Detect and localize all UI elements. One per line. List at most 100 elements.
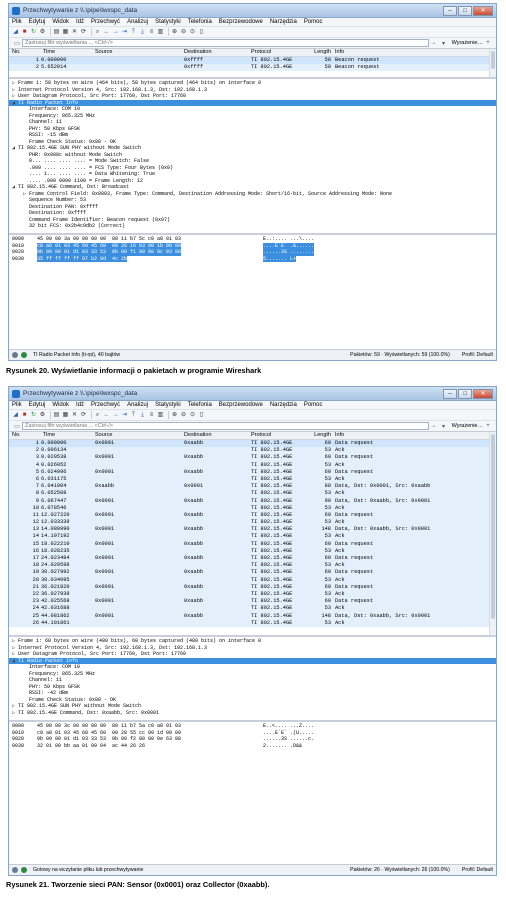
packet-row[interactable]: 4 0.026052 TI 802.15.4GE 53 Ack <box>9 461 496 469</box>
menu-analyze[interactable]: Analizuj <box>127 19 148 25</box>
expert-info-icon[interactable] <box>12 352 18 358</box>
apply-filter-icon[interactable]: → <box>429 40 439 46</box>
menu-file[interactable]: Plik <box>12 19 22 25</box>
display-filter-input[interactable]: Zastosuj filtr wyświetlania ... <Ctrl-/> <box>22 39 429 47</box>
resize-columns-icon[interactable]: ▯ <box>198 412 205 419</box>
expert-info-icon[interactable] <box>12 867 18 873</box>
colorize-icon[interactable]: ▥ <box>157 29 164 36</box>
packet-row[interactable]: 1 0.000000 0x0001 0xaabb TI 802.15.4GE 60 Data… <box>9 440 496 448</box>
packet-row[interactable]: 6 6.031175 TI 802.15.4GE 53 Ack <box>9 475 496 484</box>
last-icon[interactable]: ⤓ <box>139 29 146 36</box>
first-icon[interactable]: ⤒ <box>130 29 137 36</box>
packet-row[interactable]: 19 30.027992 0x0001 0xaabb TI 802.15.4GE 60 Da… <box>9 569 496 577</box>
menu-edit[interactable]: Edytuj <box>29 402 46 408</box>
column-header-length[interactable]: Length <box>313 49 331 55</box>
packet-row[interactable]: 7 6.041904 0xaabb 0x0001 TI 802.15.4GE 88 Data… <box>9 483 496 491</box>
options-icon[interactable]: ⚙ <box>39 29 46 36</box>
packet-row[interactable]: 18 24.029598 TI 802.15.4GE 53 Ack <box>9 562 496 570</box>
column-header-source[interactable]: Source <box>95 432 165 438</box>
menu-tools[interactable]: Narzędzia <box>270 19 297 25</box>
packet-row[interactable]: 10 6.078546 TI 802.15.4GE 53 Ack <box>9 504 496 512</box>
column-header-length[interactable]: Length <box>313 432 331 438</box>
zoom-in-icon[interactable]: ⊕ <box>171 29 178 36</box>
menu-wireless[interactable]: Bezprzewodowe <box>219 402 263 408</box>
stop-icon[interactable]: ■ <box>21 412 28 419</box>
open-icon[interactable]: ▤ <box>53 412 60 419</box>
packet-row[interactable]: 11 12.027220 0x0001 0xaabb TI 802.15.4GE 60 Da… <box>9 511 496 520</box>
menu-statistics[interactable]: Statystyki <box>155 402 181 408</box>
profile-label[interactable]: Profil: Default <box>462 352 493 358</box>
close-file-icon[interactable]: ✕ <box>71 29 78 36</box>
packet-row[interactable]: 13 14.080990 0x0001 0xaabb TI 802.15.4GE 148 D… <box>9 526 496 534</box>
minimize-button[interactable]: – <box>443 5 457 16</box>
save-icon[interactable]: ▦ <box>62 29 69 36</box>
forward-icon[interactable]: → <box>112 412 119 419</box>
packet-row[interactable]: 12 12.033339 TI 802.15.4GE 53 Ack <box>9 519 496 527</box>
bookmark-icon[interactable]: ▭ <box>12 423 22 430</box>
last-icon[interactable]: ⤓ <box>139 412 146 419</box>
menu-capture[interactable]: Przechwyć <box>91 19 120 25</box>
expression-button[interactable]: Wyrażenie… <box>452 423 483 429</box>
packet-row[interactable]: 2 0.006134 TI 802.15.4GE 53 Ack <box>9 447 496 455</box>
menu-capture[interactable]: Przechwyć <box>91 402 120 408</box>
packet-row[interactable]: 26 44.101861 TI 802.15.4GE 53 Ack <box>9 619 496 627</box>
column-header-time[interactable]: Time <box>43 432 93 438</box>
zoom-reset-icon[interactable]: ⊙ <box>189 29 196 36</box>
apply-filter-icon[interactable]: → <box>429 423 439 429</box>
packet-row[interactable]: 20 30.034095 TI 802.15.4GE 53 Ack <box>9 576 496 584</box>
hex-row[interactable]: 0030 35 ff ff ff ff 07 b2 9d 4c 2b 5......… <box>9 255 496 262</box>
column-header-protocol[interactable]: Protocol <box>251 49 311 55</box>
zoom-out-icon[interactable]: ⊖ <box>180 412 187 419</box>
resize-columns-icon[interactable]: ▯ <box>198 29 205 36</box>
packet-row[interactable]: 9 6.067447 0x0001 0xaabb TI 802.15.4GE 90 Data… <box>9 497 496 505</box>
packet-row[interactable]: 3 0.020538 0x0001 0xaabb TI 802.15.4GE 60 Data… <box>9 454 496 462</box>
packet-row[interactable]: 1 0.000000 0xffff TI 802.15.4GE 58 Beacon req… <box>9 57 496 65</box>
packet-row[interactable]: 15 18.022210 0x0001 0xaabb TI 802.15.4GE 60 Da… <box>9 540 496 548</box>
packet-row[interactable]: 21 36.021820 0x0001 0xaabb TI 802.15.4GE 60 Da… <box>9 583 496 591</box>
packet-row[interactable]: 14 14.107192 TI 802.15.4GE 53 Ack <box>9 533 496 541</box>
zoom-out-icon[interactable]: ⊖ <box>180 29 187 36</box>
menu-go[interactable]: Idź <box>76 402 84 408</box>
find-icon[interactable]: ⌕ <box>94 29 101 36</box>
column-header-protocol[interactable]: Protocol <box>251 432 311 438</box>
menu-go[interactable]: Idź <box>76 19 84 25</box>
packet-row[interactable]: 2 5.652014 0xffff TI 802.15.4GE 58 Beacon req… <box>9 64 496 72</box>
column-header-info[interactable]: Info <box>335 49 485 55</box>
dropdown-icon[interactable]: ▾ <box>439 423 449 430</box>
detail-row[interactable]: 32 bit FCS: 0x2b4c9db2 (Correct) <box>9 223 496 230</box>
reload-icon[interactable]: ⟳ <box>80 412 87 419</box>
packet-row[interactable]: 23 42.025568 0x0001 0xaabb TI 802.15.4GE 60 Da… <box>9 598 496 606</box>
zoom-in-icon[interactable]: ⊕ <box>171 412 178 419</box>
packet-row[interactable]: 22 36.027939 TI 802.15.4GE 53 Ack <box>9 590 496 599</box>
close-button[interactable]: ✕ <box>473 388 493 399</box>
reload-icon[interactable]: ⟳ <box>80 29 87 36</box>
hex-row[interactable]: 0030 32 01 00 bb aa 01 00 04 ac 44 26 26 2… <box>9 743 496 750</box>
back-icon[interactable]: ← <box>103 412 110 419</box>
first-icon[interactable]: ⤒ <box>130 412 137 419</box>
packet-row[interactable]: 16 18.028235 TI 802.15.4GE 53 Ack <box>9 547 496 555</box>
add-filter-icon[interactable]: + <box>483 423 493 429</box>
column-header-destination[interactable]: Destination <box>184 432 254 438</box>
column-header-no[interactable]: No. <box>12 432 40 438</box>
packet-row[interactable]: 24 42.031688 TI 802.15.4GE 53 Ack <box>9 605 496 613</box>
go-to-icon[interactable]: ⇥ <box>121 412 128 419</box>
column-header-destination[interactable]: Destination <box>184 49 254 55</box>
open-icon[interactable]: ▤ <box>53 29 60 36</box>
packet-list-scrollbar[interactable] <box>489 432 496 635</box>
minimize-button[interactable]: – <box>443 388 457 399</box>
add-filter-icon[interactable]: + <box>483 40 493 46</box>
zoom-reset-icon[interactable]: ⊙ <box>189 412 196 419</box>
go-to-icon[interactable]: ⇥ <box>121 29 128 36</box>
packet-row[interactable]: 8 6.052508 TI 802.15.4GE 53 Ack <box>9 490 496 498</box>
autoscroll-icon[interactable]: ≡ <box>148 412 155 419</box>
detail-row[interactable]: ▷ TI 802.15.4GE Command, Dst: 0xaabb, Src… <box>9 710 496 717</box>
profile-label[interactable]: Profil: Default <box>462 867 493 873</box>
menu-view[interactable]: Widok <box>52 19 69 25</box>
packet-row[interactable]: 17 24.023484 0x0001 0xaabb TI 802.15.4GE 60 Da… <box>9 555 496 563</box>
close-button[interactable]: ✕ <box>473 5 493 16</box>
packet-list-scrollbar[interactable] <box>489 49 496 77</box>
colorize-icon[interactable]: ▥ <box>157 412 164 419</box>
restart-icon[interactable]: ↻ <box>30 412 37 419</box>
find-icon[interactable]: ⌕ <box>94 412 101 419</box>
shark-fin-icon[interactable]: ◢ <box>12 412 19 419</box>
